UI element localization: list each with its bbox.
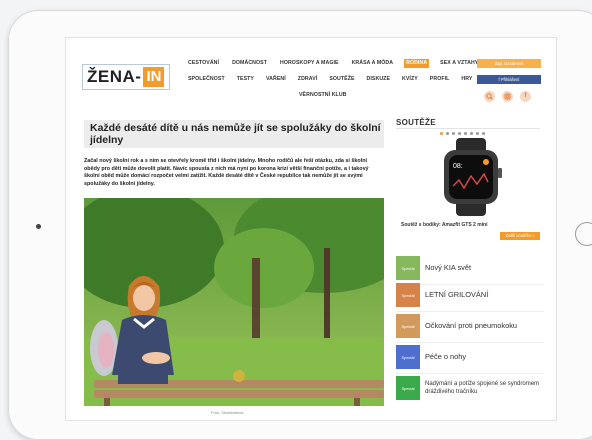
contest-product-image[interactable]: 08: <box>416 138 528 216</box>
nav-item-horoskopy-a-magie[interactable]: HOROSKOPY A MAGIE <box>278 59 341 68</box>
nav-item-rodina[interactable]: RODINA <box>404 59 430 68</box>
carousel-dot[interactable] <box>482 132 485 135</box>
nav-item-vernostni-klub[interactable]: VĚRNOSTNÍ KLUB <box>297 91 349 100</box>
photo-caption: Foto: Shutterstock <box>211 410 244 415</box>
nav-item-profil[interactable]: PROFIL <box>428 75 452 84</box>
contest-caption[interactable]: Soutěž s bodíky: Amazfit GTS 2 mini <box>401 222 488 228</box>
carousel-dot[interactable] <box>476 132 479 135</box>
special-badge: Speciál <box>396 283 420 307</box>
special-badge: Speciál <box>396 376 420 400</box>
sidebar-item[interactable]: Speciál Nadýmání a potíže spojené se synd… <box>396 376 544 400</box>
sidebar-item-label: Nový KIA svět <box>425 262 472 272</box>
carousel-dot[interactable] <box>464 132 467 135</box>
nav-item-kvizy[interactable]: KVÍZY <box>400 75 420 84</box>
article-photo <box>84 198 384 406</box>
carousel-dot[interactable] <box>440 132 443 135</box>
logo-highlight: IN <box>143 67 165 87</box>
sidebar-item-label: Péče o nohy <box>425 351 467 361</box>
more-contests-button[interactable]: Další soutěže » <box>500 232 540 240</box>
article-title-box: Každé desáté dítě u nás nemůže jít se sp… <box>84 120 384 148</box>
nav-item-hry[interactable]: HRY <box>459 75 474 84</box>
carousel-dot[interactable] <box>470 132 473 135</box>
special-badge: Speciál <box>396 256 420 280</box>
nav-item-testy[interactable]: TESTY <box>235 75 256 84</box>
sidebar-item-label: Očkování proti pneumokoku <box>425 320 518 330</box>
carousel-dot[interactable] <box>458 132 461 135</box>
special-badge: Speciál <box>396 314 420 338</box>
sidebar-separator <box>396 311 544 312</box>
camera-dot <box>36 224 41 229</box>
nav-item-diskuze[interactable]: DISKUZE <box>365 75 392 84</box>
sidebar-heading: SOUTĚŽE <box>396 118 436 127</box>
facebook-icon[interactable]: f <box>520 91 531 102</box>
sidebar-item-label: LETNÍ GRILOVÁNÍ <box>425 289 489 299</box>
main-nav-row-3: VĚRNOSTNÍ KLUB <box>297 91 349 100</box>
special-badge: Speciál <box>396 345 420 369</box>
logo-word: ŽENA- <box>87 67 142 86</box>
sidebar-item-label: Nadýmání a potíže spojené se syndromem d… <box>425 380 540 396</box>
carousel-dot[interactable] <box>452 132 455 135</box>
article-title: Každé desáté dítě u nás nemůže jít se sp… <box>90 122 381 146</box>
sidebar-divider <box>396 128 540 129</box>
nav-item-vareni[interactable]: VAŘENÍ <box>264 75 288 84</box>
carousel-dots <box>440 132 485 135</box>
nav-item-zdravi[interactable]: ZDRAVÍ <box>296 75 320 84</box>
notifications-button[interactable]: Zap. Oznámení <box>477 59 541 68</box>
nav-item-sex-a-vztahy[interactable]: SEX A VZTAHY <box>438 59 480 68</box>
svg-text:08:: 08: <box>453 163 463 170</box>
home-button[interactable] <box>575 222 592 246</box>
sidebar-item[interactable]: Speciál Péče o nohy <box>396 345 544 369</box>
instagram-icon[interactable] <box>502 91 513 102</box>
nav-item-krasa-a-moda[interactable]: KRÁSA A MÓDA <box>350 59 396 68</box>
carousel-dot[interactable] <box>446 132 449 135</box>
sidebar-separator <box>396 373 544 374</box>
site-logo[interactable]: ŽENA- IN <box>82 64 170 90</box>
article-lead: Začal nový školní rok a s ním se otevřel… <box>84 158 369 187</box>
sidebar-item[interactable]: Speciál Očkování proti pneumokoku <box>396 314 544 338</box>
search-icon[interactable] <box>484 91 495 102</box>
sidebar-item[interactable]: Speciál Nový KIA svět <box>396 256 544 280</box>
main-nav-row-2: SPOLEČNOST TESTY VAŘENÍ ZDRAVÍ SOUTĚŽE DISKUZ… <box>186 75 474 84</box>
sidebar-separator <box>396 342 544 343</box>
nav-item-domacnost[interactable]: DOMÁCNOST <box>230 59 269 68</box>
sidebar-item[interactable]: Speciál LETNÍ GRILOVÁNÍ <box>396 283 544 307</box>
nav-item-spolecnost[interactable]: SPOLEČNOST <box>186 75 227 84</box>
browser-screen: ŽENA- IN CESTOVÁNÍ DOMÁCNOST HOROSKOPY A M… <box>66 38 556 420</box>
facebook-login-button[interactable]: f Přihlášení <box>477 75 541 84</box>
nav-item-souteze[interactable]: SOUTĚŽE <box>327 75 356 84</box>
main-nav-row-1: CESTOVÁNÍ DOMÁCNOST HOROSKOPY A MAGIE KRÁSA… <box>186 59 480 68</box>
nav-item-cestovani[interactable]: CESTOVÁNÍ <box>186 59 221 68</box>
